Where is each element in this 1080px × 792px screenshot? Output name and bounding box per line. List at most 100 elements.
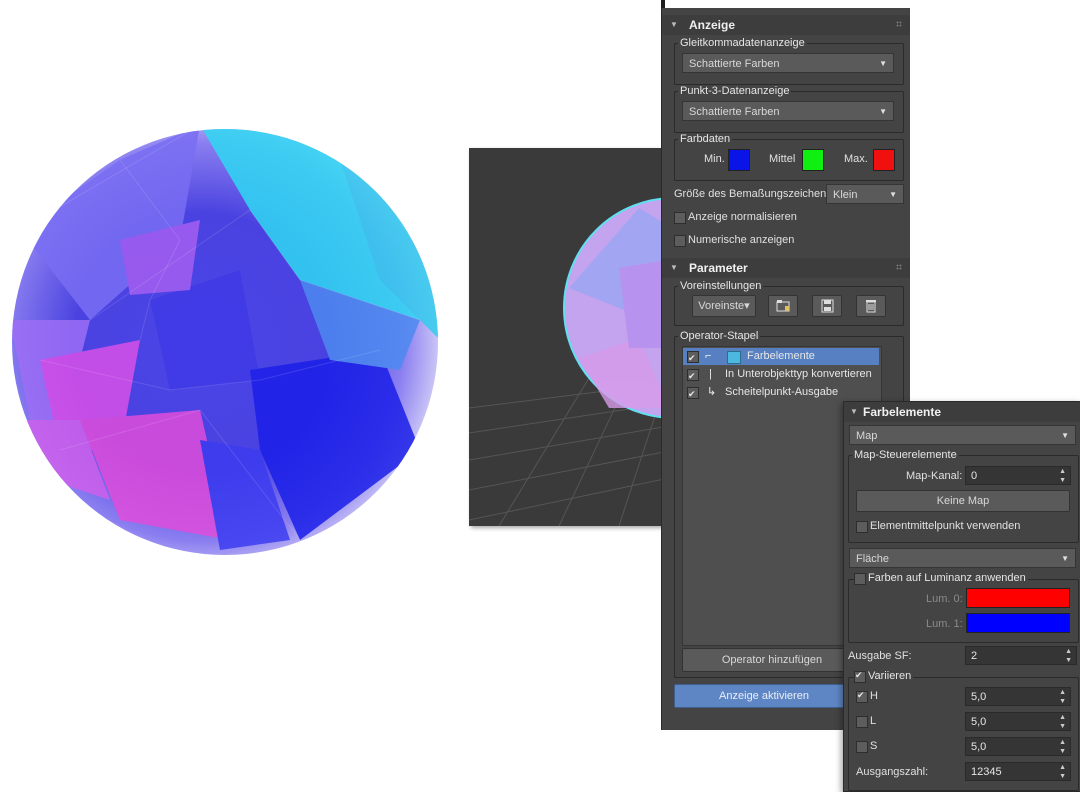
ausgangszahl-spinner[interactable]: 12345 ▲ ▼	[965, 762, 1071, 781]
h-checkbox[interactable]	[856, 690, 868, 703]
stack-item-checkbox[interactable]	[687, 386, 699, 403]
save-icon	[821, 299, 834, 313]
collapse-triangle-icon[interactable]: ▼	[850, 402, 858, 422]
map-kanal-spinner[interactable]: 0 ▲ ▼	[965, 466, 1071, 485]
stack-item-label: In Unterobjekttyp konvertieren	[725, 368, 872, 380]
mittel-color-swatch[interactable]	[802, 149, 824, 171]
spinner-arrows-icon[interactable]: ▲ ▼	[1059, 688, 1066, 706]
branch-end-icon: ↳	[707, 386, 717, 398]
dropdown-value: Klein	[833, 189, 858, 201]
spinner-arrows-icon[interactable]: ▲ ▼	[1059, 467, 1066, 485]
stack-item-checkbox[interactable]	[687, 368, 699, 385]
dropdown-arrow-icon: ▼	[889, 190, 897, 199]
variieren-label: Variieren	[866, 670, 914, 682]
voreinstellungen-button[interactable]: Voreinste▾	[692, 295, 756, 317]
numerisch-checkbox[interactable]	[674, 235, 686, 247]
ausgabe-spinner[interactable]: 2 ▲ ▼	[965, 646, 1077, 665]
spinner-arrows-icon[interactable]: ▲ ▼	[1065, 647, 1072, 665]
rollout-anzeige-header[interactable]: ▼ Anzeige	[662, 15, 910, 35]
l-checkbox[interactable]	[856, 716, 868, 728]
open-preset-button[interactable]	[768, 295, 798, 317]
dropdown-value: Map	[856, 430, 878, 442]
s-label: S	[870, 740, 878, 752]
map-group-label: Map-Steuerelemente	[852, 449, 959, 461]
delete-preset-button[interactable]	[856, 295, 886, 317]
gleitkomma-dropdown[interactable]: Schattierte Farben ▼	[682, 53, 894, 73]
spinner-value: 5,0	[971, 691, 987, 703]
variieren-checkbox[interactable]	[854, 670, 866, 683]
map-kanal-label: Map-Kanal:	[906, 470, 963, 482]
luminanz-checkbox[interactable]	[854, 573, 866, 585]
s-spinner[interactable]: 5,0 ▲ ▼	[965, 737, 1071, 756]
mittel-label: Mittel	[769, 153, 796, 165]
stack-item-label: Farbelemente	[747, 350, 815, 362]
h-label: H	[870, 690, 878, 702]
color-element-icon	[727, 351, 741, 364]
save-preset-button[interactable]	[812, 295, 842, 317]
collapse-triangle-icon[interactable]: ▼	[670, 15, 678, 35]
s-checkbox[interactable]	[856, 741, 868, 753]
mode-dropdown[interactable]: Map ▼	[849, 425, 1076, 445]
elementmittel-checkbox[interactable]	[856, 521, 868, 533]
numerisch-label: Numerische anzeigen	[688, 234, 795, 246]
trash-icon	[866, 300, 876, 313]
elementmittel-label: Elementmittelpunkt verwenden	[870, 520, 1021, 532]
add-operator-button[interactable]: Operator hinzufügen	[682, 648, 862, 672]
dropdown-value: Fläche	[856, 553, 890, 565]
rollout-title: Parameter	[689, 261, 748, 275]
list-item[interactable]: | In Unterobjekttyp konvertieren	[683, 366, 879, 385]
list-item[interactable]: ↳ Scheitelpunkt-Ausgabe	[683, 384, 879, 403]
collapse-triangle-icon[interactable]: ▼	[670, 258, 678, 278]
groesse-label: Größe des Bemaßungszeichens	[674, 188, 832, 200]
max-color-swatch[interactable]	[873, 149, 895, 171]
dropdown-value: Schattierte Farben	[689, 58, 780, 70]
farbelemente-panel: ▼ Farbelemente Map ▼ Map-Steuerelemente …	[843, 401, 1080, 792]
drag-grip-icon[interactable]	[896, 21, 902, 27]
operator-stapel-label: Operator-Stapel	[678, 330, 761, 342]
punkt3-dropdown[interactable]: Schattierte Farben ▼	[682, 101, 894, 121]
punkt3-label: Punkt-3-Datenanzeige	[678, 85, 792, 97]
rendered-sphere-image	[0, 120, 450, 560]
spinner-value: 5,0	[971, 716, 987, 728]
dropdown-arrow-icon: ▼	[1061, 431, 1069, 440]
list-item[interactable]: ⌐ Farbelemente	[683, 348, 879, 367]
viewport[interactable]	[469, 148, 669, 526]
lum1-label: Lum. 1:	[926, 618, 963, 630]
spinner-arrows-icon[interactable]: ▲ ▼	[1059, 713, 1066, 731]
spinner-value: 5,0	[971, 741, 987, 753]
stack-item-label: Scheitelpunkt-Ausgabe	[725, 386, 839, 398]
drag-grip-icon[interactable]	[896, 264, 902, 270]
normalisieren-label: Anzeige normalisieren	[688, 211, 797, 223]
spinner-value: 0	[971, 470, 978, 482]
flaeche-dropdown[interactable]: Fläche ▼	[849, 548, 1076, 568]
voreinstellungen-label: Voreinstellungen	[678, 280, 764, 292]
spinner-value: 12345	[971, 766, 1002, 778]
spinner-arrows-icon[interactable]: ▲ ▼	[1059, 738, 1066, 756]
min-color-swatch[interactable]	[728, 149, 750, 171]
groesse-dropdown[interactable]: Klein ▼	[826, 184, 904, 204]
lum0-label: Lum. 0:	[926, 593, 963, 605]
branch-line-icon: |	[709, 368, 712, 380]
folder-icon	[776, 300, 790, 312]
lum0-color-swatch[interactable]	[966, 588, 1070, 608]
max-label: Max.	[844, 153, 868, 165]
branch-icon: ⌐	[705, 350, 712, 362]
spinner-arrows-icon[interactable]: ▲ ▼	[1059, 763, 1066, 781]
stack-item-checkbox[interactable]	[687, 350, 699, 367]
gleitkomma-label: Gleitkommadatenanzeige	[678, 37, 807, 49]
rollout-parameter-header[interactable]: ▼ Parameter	[662, 258, 910, 278]
rollout-farbelemente-header[interactable]: ▼ Farbelemente	[844, 402, 1080, 422]
l-spinner[interactable]: 5,0 ▲ ▼	[965, 712, 1071, 731]
dropdown-value: Schattierte Farben	[689, 106, 780, 118]
ausgangszahl-label: Ausgangszahl:	[856, 766, 929, 778]
rollout-title: Anzeige	[689, 18, 736, 32]
lum1-color-swatch[interactable]	[966, 613, 1070, 633]
keine-map-button[interactable]: Keine Map	[856, 490, 1070, 512]
min-label: Min.	[704, 153, 725, 165]
farbdaten-label: Farbdaten	[678, 133, 733, 145]
activate-display-button[interactable]: Anzeige aktivieren	[674, 684, 854, 708]
h-spinner[interactable]: 5,0 ▲ ▼	[965, 687, 1071, 706]
dropdown-arrow-icon: ▼	[1061, 554, 1069, 563]
l-label: L	[870, 715, 877, 727]
normalisieren-checkbox[interactable]	[674, 212, 686, 224]
